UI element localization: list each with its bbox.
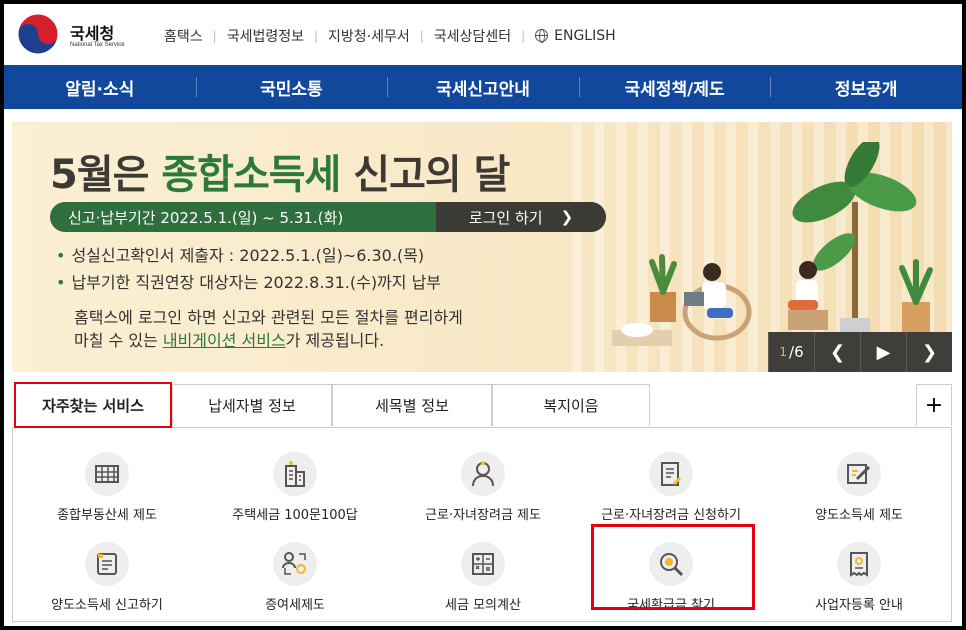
service-label: 양도소득세 신고하기 [51, 598, 163, 613]
banner-title: 5월은 종합소득세 신고의 달 [50, 142, 510, 200]
more-plus-button[interactable]: + [916, 384, 952, 426]
logo-subtitle: National Tax Service [70, 42, 125, 48]
nav-information-disclosure[interactable]: 정보공개 [770, 75, 962, 100]
nav-communication[interactable]: 국민소통 [195, 75, 388, 100]
banner-illustration-icon [612, 142, 933, 350]
utility-links: 홈택스 | 국세법령정보 | 지방청·세무서 | 국세상담센터 | ENGLIS… [154, 26, 626, 46]
tab-welfare[interactable]: 복지이음 [492, 384, 650, 426]
apartment-icon [273, 452, 317, 496]
filing-period-bar: 신고·납부기간 2022.5.1.(일) ~ 5.31.(화) 로그인 하기 ❯ [50, 202, 606, 232]
link-english[interactable]: ENGLISH [525, 28, 626, 44]
english-label: ENGLISH [554, 28, 616, 44]
main-navigation: 알림·소식 국민소통 국세신고안내 국세정책/제도 정보공개 [4, 65, 962, 109]
nav-tax-filing-guide[interactable]: 국세신고안내 [387, 75, 579, 100]
nts-logo[interactable]: 국세청 National Tax Service [16, 12, 136, 56]
nav-tax-policy[interactable]: 국세정책/제도 [578, 75, 771, 100]
service-item[interactable]: 주택세금 100문100답 [201, 440, 389, 528]
plus-icon: + [924, 393, 944, 418]
desc-line: 마칠 수 있는 내비게이션 서비스가 제공됩니다. [74, 329, 463, 352]
service-label: 근로·자녀장려금 제도 [425, 508, 541, 523]
service-item[interactable]: 종합부동산세 제도 [13, 440, 201, 528]
form-icon [85, 542, 129, 586]
tab-frequent-services[interactable]: 자주찾는 서비스 [14, 382, 172, 428]
notice-text: 납부기한 직권연장 대상자는 2022.8.31.(수)까지 납부 [71, 273, 442, 292]
service-item[interactable]: 세금 모의계산 [389, 530, 577, 618]
filing-period: 신고·납부기간 2022.5.1.(일) ~ 5.31.(화) [68, 208, 344, 227]
notice-item: • 성실신고확인서 제출자 : 2022.5.1.(일)~6.30.(목) [56, 242, 441, 269]
service-label: 근로·자녀장려금 신청하기 [601, 508, 741, 523]
banner-login-button[interactable]: 로그인 하기 ❯ [436, 202, 606, 232]
bullet-icon: • [56, 273, 66, 292]
play-icon: ▶ [876, 341, 891, 363]
chevron-right-icon: ❯ [921, 341, 938, 363]
service-label: 주택세금 100문100답 [232, 508, 358, 523]
bullet-icon: • [56, 246, 66, 265]
document-pen-icon [649, 452, 693, 496]
transfer-people-icon [273, 542, 317, 586]
highlight-box [591, 524, 755, 610]
service-item[interactable]: 사업자등록 안내 [765, 530, 953, 618]
banner-notice-list: • 성실신고확인서 제출자 : 2022.5.1.(일)~6.30.(목) • 납부… [56, 242, 441, 296]
service-label: 증여세제도 [265, 598, 325, 613]
frequent-services-grid: 종합부동산세 제도 주택세금 100문100답 근로·자녀장려금 제도 근로·자… [12, 428, 952, 622]
prev-slide-button[interactable]: ❮ [814, 332, 860, 372]
service-label: 세금 모의계산 [445, 598, 521, 613]
banner-title-post: 신고의 달 [340, 152, 510, 198]
banner-description: 홈택스에 로그인 하면 신고와 관련된 모든 절차를 편리하게 마칠 수 있는 … [74, 306, 463, 352]
service-tabs: 자주찾는 서비스 납세자별 정보 세목별 정보 복지이음 + [12, 382, 952, 428]
banner-title-pre: 5월은 [50, 152, 162, 198]
pager-current: 1 [779, 345, 788, 359]
calculator-icon [461, 542, 505, 586]
service-item[interactable]: 양도소득세 신고하기 [13, 530, 201, 618]
desc-text: 마칠 수 있는 [74, 331, 163, 350]
banner-pager: 1/6 [768, 332, 814, 372]
receipt-icon [837, 542, 881, 586]
page-frame: 국세청 National Tax Service 홈택스 | 국세법령정보 | … [4, 4, 962, 626]
desc-text: 가 제공됩니다. [285, 331, 385, 350]
tab-taxpayer-info[interactable]: 납세자별 정보 [172, 384, 332, 426]
link-tax-law[interactable]: 국세법령정보 [217, 26, 314, 46]
desc-line: 홈택스에 로그인 하면 신고와 관련된 모든 절차를 편리하게 [74, 308, 463, 327]
service-item[interactable]: 근로·자녀장려금 제도 [389, 440, 577, 528]
service-item[interactable]: 양도소득세 제도 [765, 440, 953, 528]
service-item[interactable]: 근로·자녀장려금 신청하기 [577, 440, 765, 528]
main-banner[interactable]: 5월은 종합소득세 신고의 달 신고·납부기간 2022.5.1.(일) ~ 5… [12, 122, 952, 372]
tab-tax-item-info[interactable]: 세목별 정보 [332, 384, 492, 426]
link-consult-center[interactable]: 국세상담센터 [424, 26, 521, 46]
play-button[interactable]: ▶ [860, 332, 906, 372]
pager-total: /6 [789, 343, 804, 361]
next-slide-button[interactable]: ❯ [906, 332, 952, 372]
chevron-right-icon: ❯ [560, 208, 574, 226]
globe-icon [535, 29, 549, 43]
edit-doc-icon [837, 452, 881, 496]
banner-slider-controls: 1/6 ❮ ▶ ❯ [768, 332, 952, 372]
taegeuk-emblem-icon [17, 13, 59, 55]
login-label: 로그인 하기 [468, 208, 543, 227]
service-label: 사업자등록 안내 [815, 598, 903, 613]
notice-item: • 납부기한 직권연장 대상자는 2022.8.31.(수)까지 납부 [56, 269, 441, 296]
notice-text: 성실신고확인서 제출자 : 2022.5.1.(일)~6.30.(목) [71, 246, 425, 265]
service-label: 양도소득세 제도 [815, 508, 903, 523]
person-icon [461, 452, 505, 496]
top-utility-bar: 국세청 National Tax Service 홈택스 | 국세법령정보 | … [4, 4, 962, 64]
nav-news[interactable]: 알림·소식 [4, 75, 196, 100]
building-doc-icon [85, 452, 129, 496]
link-hometax[interactable]: 홈택스 [154, 26, 213, 46]
banner-title-highlight: 종합소득세 [161, 152, 341, 198]
service-item[interactable]: 증여세제도 [201, 530, 389, 618]
link-regional-office[interactable]: 지방청·세무서 [318, 26, 420, 46]
logo-title: 국세청 [70, 24, 115, 43]
service-label: 종합부동산세 제도 [57, 508, 157, 523]
chevron-left-icon: ❮ [829, 341, 846, 363]
navigation-service-link[interactable]: 내비게이션 서비스 [163, 331, 286, 350]
